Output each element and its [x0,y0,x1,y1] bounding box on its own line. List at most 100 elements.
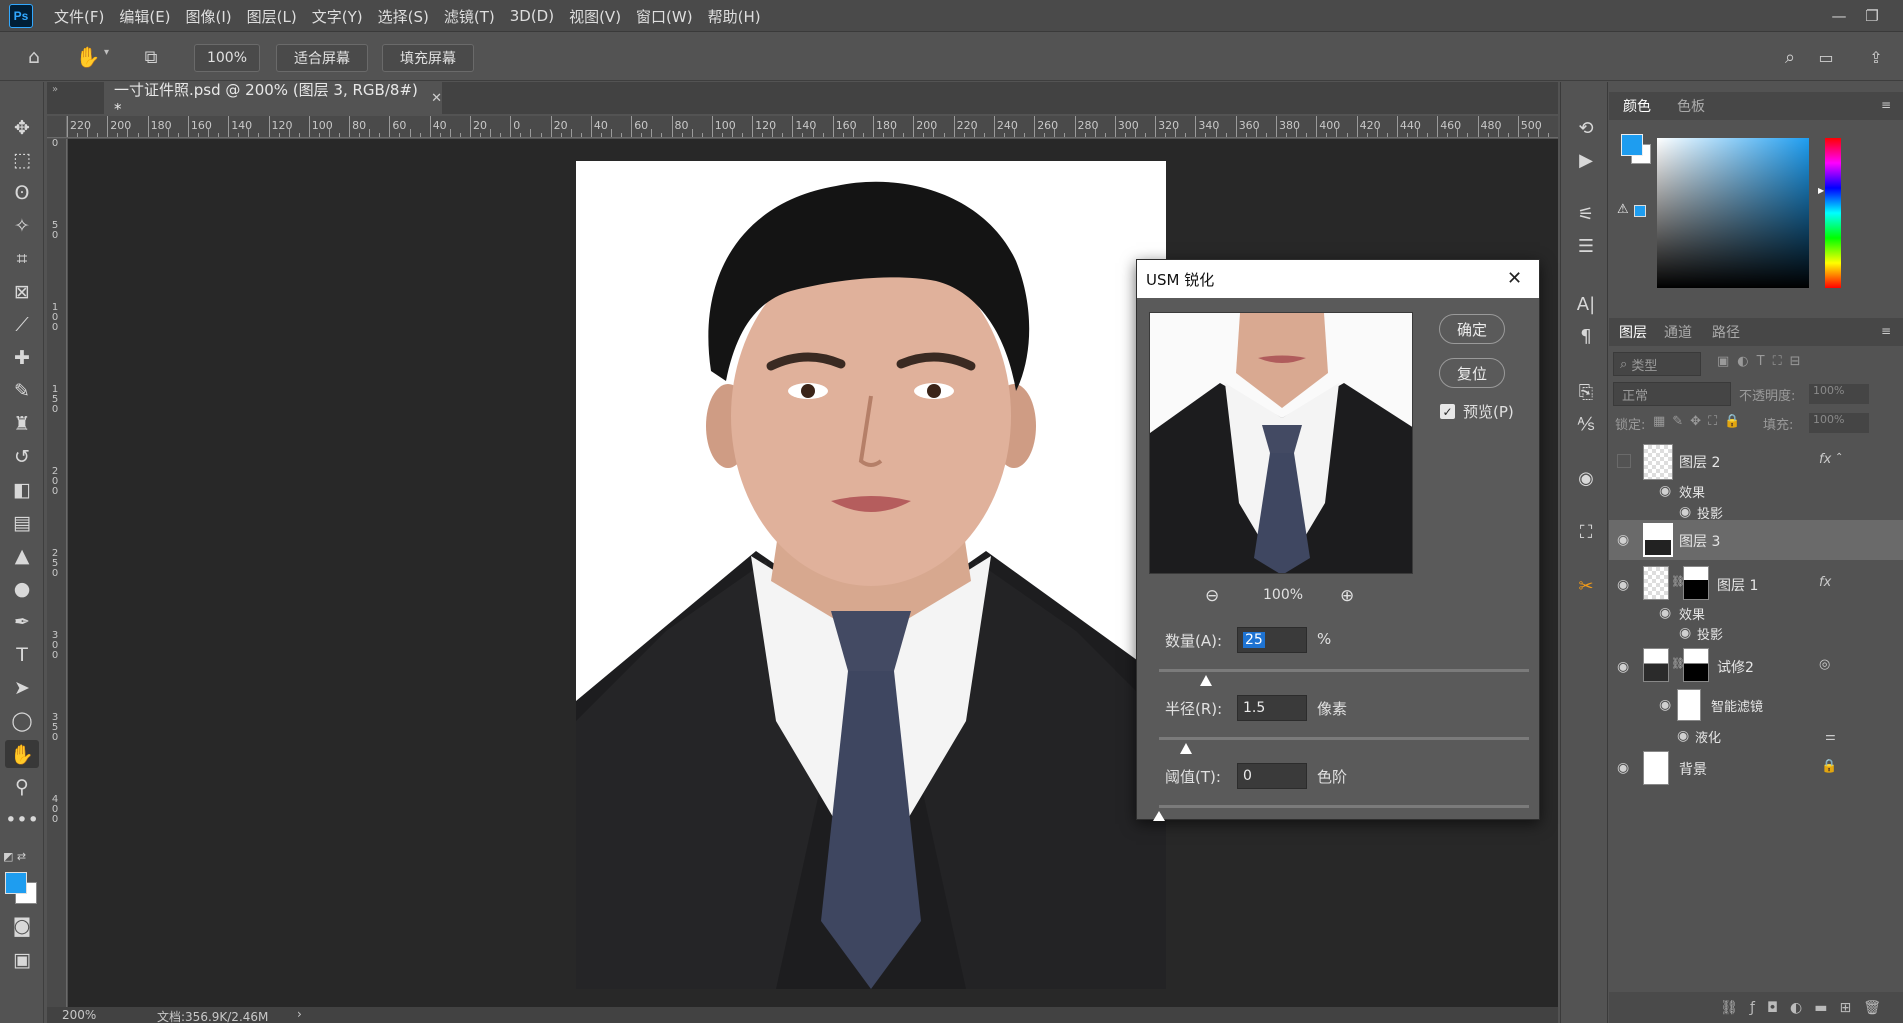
tab-color[interactable]: 颜色 [1623,94,1651,118]
layer-1-shadow-eye-icon[interactable]: ◉ [1679,625,1691,641]
retouch-layer-name[interactable]: 试修2 [1717,657,1754,677]
background-layer-name[interactable]: 背景 [1679,759,1707,779]
retouch-eye-icon[interactable]: ◉ [1617,659,1629,675]
hue-slider-handle-icon[interactable]: ▶ [1818,186,1824,195]
menu-3d[interactable]: 3D(D) [510,7,554,25]
tab-channels[interactable]: 通道 [1664,320,1692,344]
eyedropper-tool-icon[interactable]: ⟋ [5,311,39,339]
workspace-icon[interactable]: ▭ [1812,43,1840,71]
tools-scissors-icon[interactable]: ✂ [1571,572,1601,600]
layer-1-mask-thumbnail[interactable] [1683,566,1709,600]
panel-menu-icon[interactable]: ≡ [1881,98,1891,112]
more-tools-icon[interactable]: ••• [5,806,39,834]
menu-file[interactable]: 文件(F) [54,6,104,27]
effects-eye-icon[interactable]: ◉ [1659,483,1671,499]
frame-tool-icon[interactable]: ⊠ [5,278,39,306]
amount-slider-handle[interactable] [1200,675,1212,686]
menu-layer[interactable]: 图层(L) [247,6,297,27]
layer-row-1[interactable]: ◉ ⛓ 图层 1 fx ◉ 效果 ◉ 投影 [1609,563,1903,643]
radius-slider-handle[interactable] [1180,743,1192,754]
brush-settings-icon[interactable]: ⚟ [1571,200,1601,228]
eraser-tool-icon[interactable]: ◧ [5,476,39,504]
background-eye-icon[interactable]: ◉ [1617,760,1629,776]
amount-slider-track[interactable] [1159,669,1529,672]
filter-options-icon[interactable]: ⚌ [1825,729,1836,743]
actions-play-icon[interactable]: ▶ [1571,146,1601,174]
menu-help[interactable]: 帮助(H) [708,6,761,27]
ok-button[interactable]: 确定 [1439,314,1505,344]
radius-input[interactable]: 1.5 [1237,695,1307,721]
close-tab-icon[interactable]: ✕ [431,91,442,106]
layer-1-fx-icon[interactable]: fx [1819,575,1831,590]
threshold-slider-track[interactable] [1159,805,1529,808]
amount-input[interactable]: 25 [1237,627,1307,653]
pen-tool-icon[interactable]: ✒ [5,608,39,636]
search-icon[interactable]: ⌕ [1776,43,1804,71]
menu-window[interactable]: 窗口(W) [636,6,693,27]
healing-brush-tool-icon[interactable]: ✚ [5,344,39,372]
layers-bottom-toolbar[interactable]: ⛓ƒ◘◐▬⊞🗑 [1609,992,1903,1023]
opacity-input[interactable]: 100% [1809,384,1869,404]
zoom-out-icon[interactable]: ⊖ [1205,586,1219,606]
fx-icon[interactable]: fx [1819,452,1831,467]
layer-row-retouch[interactable]: ◉ ⛓ 试修2 ◎ ◉ 智能滤镜 ◉ 液化 ⚌ [1609,645,1903,746]
restore-icon[interactable]: ❐ [1860,5,1884,27]
layer-filter-select[interactable]: ⌕ 类型 [1613,352,1701,376]
radius-slider-track[interactable] [1159,737,1529,740]
minimize-icon[interactable]: — [1827,5,1851,27]
reset-button[interactable]: 复位 [1439,358,1505,388]
collapse-effects-icon[interactable]: ⌃ [1835,452,1843,463]
zoom-100-button[interactable]: 100% [194,44,260,72]
zoom-tool-icon[interactable]: ⚲ [5,773,39,801]
tab-swatches[interactable]: 色板 [1677,94,1705,118]
paragraph-icon[interactable]: ¶ [1571,322,1601,350]
glyphs-icon[interactable]: ⎘ [1571,378,1601,406]
adjustments-icon[interactable]: ☰ [1571,232,1601,260]
layer-1-effects-eye-icon[interactable]: ◉ [1659,605,1671,621]
blend-mode-select[interactable]: 正常 [1613,382,1731,406]
threshold-slider-handle[interactable] [1153,811,1165,821]
history-icon[interactable]: ⟲ [1571,114,1601,142]
brush-tool-icon[interactable]: ✎ [5,377,39,405]
character-icon[interactable]: A| [1571,290,1601,318]
menu-image[interactable]: 图像(I) [186,6,232,27]
gradient-tool-icon[interactable]: ▤ [5,509,39,537]
zoom-in-icon[interactable]: ⊕ [1340,586,1354,606]
tab-paths[interactable]: 路径 [1712,320,1740,344]
hand-tool-icon[interactable]: ✋ [73,43,103,71]
hand-tool-active-icon[interactable]: ✋ [5,740,39,768]
status-menu-arrow-icon[interactable]: › [297,1007,302,1021]
smart-filter-eye-icon[interactable]: ◉ [1659,697,1671,713]
chevron-down-icon[interactable]: ▾ [104,47,109,58]
preview-checkbox[interactable]: ✓ [1440,404,1455,419]
layer-3-name[interactable]: 图层 3 [1679,531,1720,551]
layer-filter-icons[interactable]: ▣◐T⛶⊟ [1717,354,1809,369]
marquee-tool-icon[interactable]: ⬚ [5,146,39,174]
move-tool-icon[interactable]: ✥ [5,114,39,142]
ellipse-tool-icon[interactable]: ◯ [5,707,39,735]
layer-3-eye-icon[interactable]: ◉ [1617,532,1629,548]
color-foreground-swatch[interactable] [1621,134,1643,156]
menu-type[interactable]: 文字(Y) [312,6,363,27]
gamut-warning-icon[interactable]: ⚠ [1617,202,1629,217]
dodge-tool-icon[interactable]: ● [5,575,39,603]
web-color-swatch[interactable] [1634,205,1646,217]
close-dialog-icon[interactable]: ✕ [1507,268,1522,289]
menu-select[interactable]: 选择(S) [378,6,429,27]
layer-1-eye-icon[interactable]: ◉ [1617,577,1629,593]
menu-filter[interactable]: 滤镜(T) [444,6,495,27]
color-field[interactable] [1657,138,1809,288]
document-tab[interactable]: 一寸证件照.psd @ 200% (图层 3, RGB/8#) * ✕ [104,81,442,118]
fill-screen-button[interactable]: 填充屏幕 [382,44,474,72]
lasso-tool-icon[interactable]: ʘ [5,179,39,207]
share-icon[interactable]: ⇪ [1862,43,1890,71]
lock-icons[interactable]: ▦✎✥⛶🔒 [1653,414,1747,429]
type-tool-icon[interactable]: T [5,641,39,669]
menu-view[interactable]: 视图(V) [569,6,621,27]
magic-wand-tool-icon[interactable]: ✧ [5,212,39,240]
history-brush-tool-icon[interactable]: ↺ [5,443,39,471]
layer-row-3-selected[interactable]: ◉ 图层 3 [1609,520,1903,560]
tab-layers[interactable]: 图层 [1619,320,1647,344]
person-select-icon[interactable]: ⛶ [1571,518,1601,546]
character-styles-icon[interactable]: ⅍ [1571,410,1601,438]
